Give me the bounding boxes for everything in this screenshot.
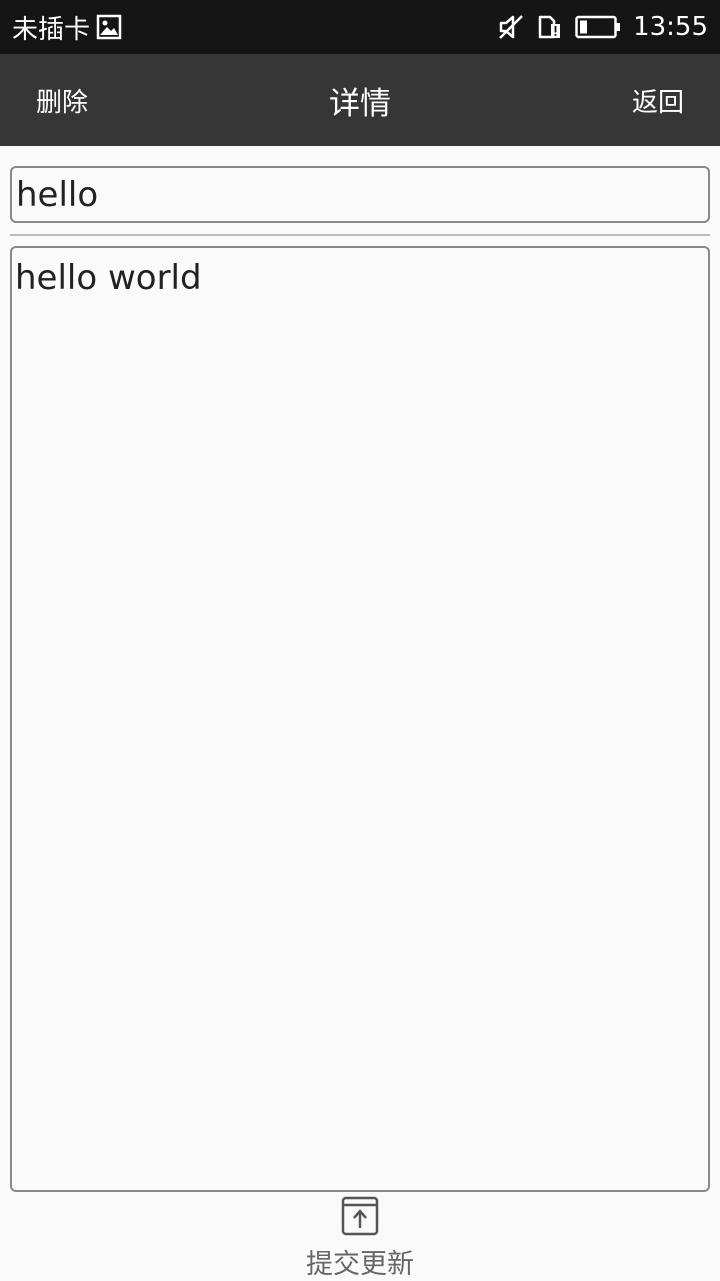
divider [10,234,710,236]
carrier-text: 未插卡 [12,14,91,45]
status-bar: 未插卡 13:55 [0,0,720,54]
mute-icon [497,13,525,41]
image-icon [96,14,122,40]
page-title: 详情 [329,85,391,122]
sim-alert-icon [537,14,563,40]
battery-icon [575,15,621,39]
upload-icon [341,1196,379,1240]
app-toolbar: 删除 详情 返回 [0,54,720,146]
title-input[interactable]: hello [10,166,710,223]
submit-update-button[interactable]: 提交更新 [260,1194,460,1280]
back-button[interactable]: 返回 [632,54,684,146]
content-textarea[interactable]: hello world [10,246,710,1192]
delete-button[interactable]: 删除 [36,54,88,146]
submit-update-label: 提交更新 [306,1249,414,1280]
clock-text: 13:55 [633,12,708,42]
